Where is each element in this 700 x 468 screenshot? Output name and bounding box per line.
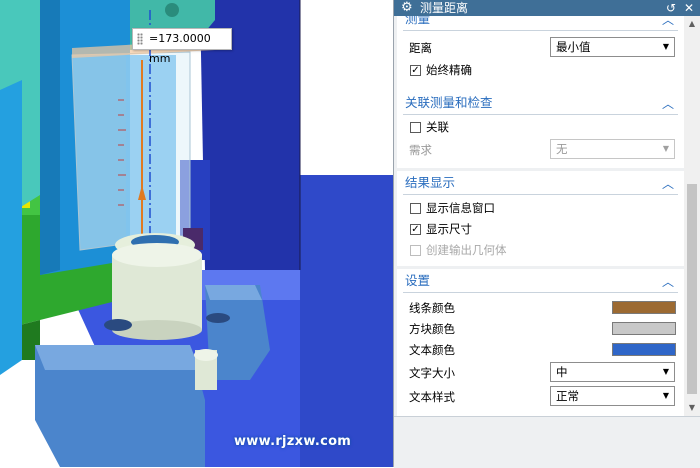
dialog-scroll-area: 测量 ︿ 距离 最小值 ▼ ✓ 始终精确 关联测量和检查 ︿ 关联 需求 无 ▼	[394, 16, 684, 416]
section-associate: 关联测量和检查 ︿ 关联 需求 无 ▼	[397, 90, 684, 168]
section-measure: 测量 ︿ 距离 最小值 ▼ ✓ 始终精确	[397, 16, 684, 92]
section-divider	[403, 114, 678, 115]
dropdown-arrow-icon: ▼	[662, 42, 669, 51]
create-output-geometry-label: 创建输出几何体	[426, 243, 507, 257]
text-style-label: 文本样式	[409, 390, 455, 404]
always-precise-label: 始终精确	[426, 63, 472, 77]
watermark: www.rjzxw.com	[234, 434, 352, 449]
model-scene	[0, 0, 393, 467]
create-output-geometry-checkbox	[410, 245, 421, 256]
distance-label: 距离	[409, 41, 432, 55]
line-color-label: 线条颜色	[409, 301, 455, 315]
section-divider	[403, 30, 678, 31]
section-settings: 设置 ︿ 线条颜色 方块颜色 文本颜色 文字大小 中 ▼ 文本样式 正常 ▼	[397, 269, 684, 416]
section-measure-title[interactable]: 测量	[405, 16, 430, 30]
text-color-label: 文本颜色	[409, 343, 455, 357]
text-size-label: 文字大小	[409, 366, 455, 380]
show-info-window-checkbox[interactable]	[410, 203, 421, 214]
dialog-title: 测量距离	[420, 1, 469, 15]
scroll-down-arrow-icon[interactable]: ▼	[684, 400, 700, 416]
dropdown-arrow-icon: ▼	[662, 144, 669, 153]
distance-type-select[interactable]: 最小值 ▼	[550, 37, 675, 57]
show-dimension-label: 显示尺寸	[426, 222, 472, 236]
section-divider	[403, 194, 678, 195]
scroll-up-arrow-icon[interactable]: ▲	[684, 16, 700, 32]
show-info-window-label: 显示信息窗口	[426, 201, 495, 215]
text-size-value: 中	[556, 365, 568, 379]
block-color-label: 方块颜色	[409, 322, 455, 336]
line-color-swatch[interactable]	[612, 301, 676, 314]
dialog-scrollbar[interactable]: ▲ ▼	[684, 16, 700, 416]
dropdown-arrow-icon: ▼	[662, 391, 669, 400]
chevron-up-icon[interactable]: ︿	[662, 95, 674, 112]
associate-label: 关联	[426, 120, 449, 134]
graphics-viewport[interactable]: =173.0000 mm www.rjzxw.com	[0, 0, 393, 467]
section-result-display: 结果显示 ︿ 显示信息窗口 ✓ 显示尺寸 创建输出几何体	[397, 171, 684, 266]
text-size-select[interactable]: 中 ▼	[550, 362, 675, 382]
chevron-up-icon[interactable]: ︿	[662, 16, 674, 28]
requirement-select: 无 ▼	[550, 139, 675, 159]
block-color-swatch[interactable]	[612, 322, 676, 335]
dialog-titlebar[interactable]: ⚙ 测量距离 ↺ ✕	[394, 0, 700, 16]
distance-type-value: 最小值	[556, 40, 591, 54]
drag-grip-icon[interactable]	[137, 33, 143, 45]
always-precise-checkbox[interactable]: ✓	[410, 65, 421, 76]
chevron-up-icon[interactable]: ︿	[662, 175, 674, 192]
gear-icon: ⚙	[401, 0, 413, 15]
show-dimension-checkbox[interactable]: ✓	[410, 224, 421, 235]
scrollbar-thumb[interactable]	[687, 184, 697, 394]
requirement-value: 无	[556, 142, 568, 156]
measure-distance-dialog: ⚙ 测量距离 ↺ ✕ 测量 ︿ 距离 最小值 ▼ ✓ 始终精确 关联测量和检查 …	[393, 0, 700, 468]
text-style-value: 正常	[556, 389, 579, 403]
reset-icon[interactable]: ↺	[664, 0, 678, 16]
associate-checkbox[interactable]	[410, 122, 421, 133]
section-divider	[403, 292, 678, 293]
dialog-footer	[394, 416, 700, 468]
section-result-title[interactable]: 结果显示	[405, 172, 455, 194]
chevron-up-icon[interactable]: ︿	[662, 273, 674, 290]
requirement-label: 需求	[409, 143, 432, 157]
text-style-select[interactable]: 正常 ▼	[550, 386, 675, 406]
dropdown-arrow-icon: ▼	[662, 367, 669, 376]
text-color-swatch[interactable]	[612, 343, 676, 356]
dimension-readout: =173.0000 mm	[132, 28, 232, 65]
section-associate-title[interactable]: 关联测量和检查	[405, 92, 493, 114]
close-icon[interactable]: ✕	[682, 0, 696, 16]
section-settings-title[interactable]: 设置	[405, 270, 430, 292]
